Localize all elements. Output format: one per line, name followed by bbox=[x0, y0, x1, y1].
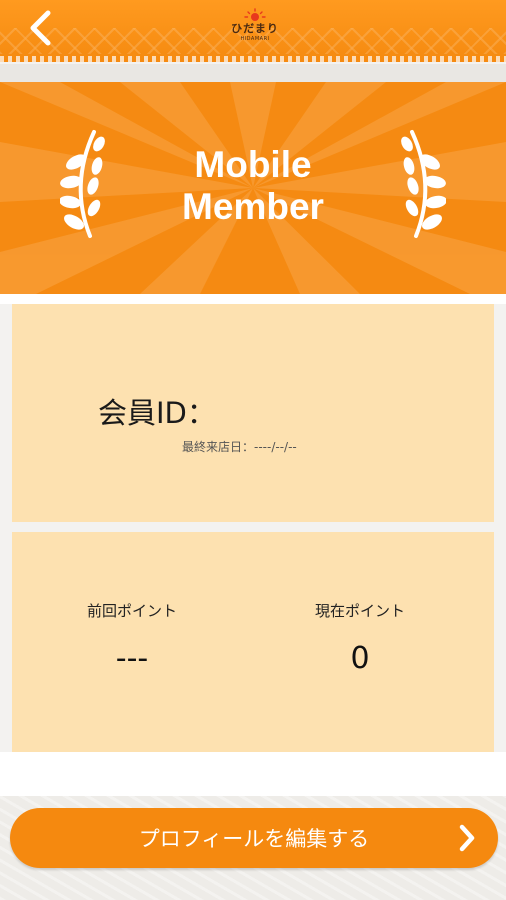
app-header: ひだまり HIDAMARI bbox=[0, 0, 506, 62]
chevron-left-icon bbox=[30, 10, 51, 46]
current-points-value: 0 bbox=[350, 641, 370, 676]
banner-gap bbox=[0, 294, 506, 304]
membership-banner: Mobile Member bbox=[0, 82, 506, 294]
member-id-label: 会員ID： bbox=[98, 396, 216, 430]
previous-points-label: 前回ポイント bbox=[86, 602, 177, 620]
header-divider bbox=[0, 64, 506, 82]
current-points: 現在ポイント 0 bbox=[260, 600, 460, 676]
previous-points: 前回ポイント --- bbox=[32, 600, 232, 676]
brand-logo: ひだまり HIDAMARI bbox=[228, 8, 282, 44]
current-points-label: 現在ポイント bbox=[314, 602, 405, 620]
back-button[interactable] bbox=[20, 6, 60, 50]
edit-profile-button[interactable]: プロフィールを編集する bbox=[10, 808, 498, 868]
banner-title: Mobile Member bbox=[182, 144, 324, 227]
logo-text: ひだまり bbox=[231, 22, 279, 35]
points-card: 前回ポイント --- 現在ポイント 0 bbox=[12, 532, 494, 752]
last-visit-date: 最終来店日：----/--/-- bbox=[182, 440, 297, 454]
content-gap bbox=[0, 752, 506, 796]
chevron-right-icon bbox=[459, 824, 475, 852]
previous-points-value: --- bbox=[115, 641, 149, 676]
member-card: 会員ID： 最終来店日：----/--/-- bbox=[12, 304, 494, 522]
logo-subtext: HIDAMARI bbox=[240, 36, 270, 42]
edit-profile-label: プロフィールを編集する bbox=[138, 827, 370, 851]
